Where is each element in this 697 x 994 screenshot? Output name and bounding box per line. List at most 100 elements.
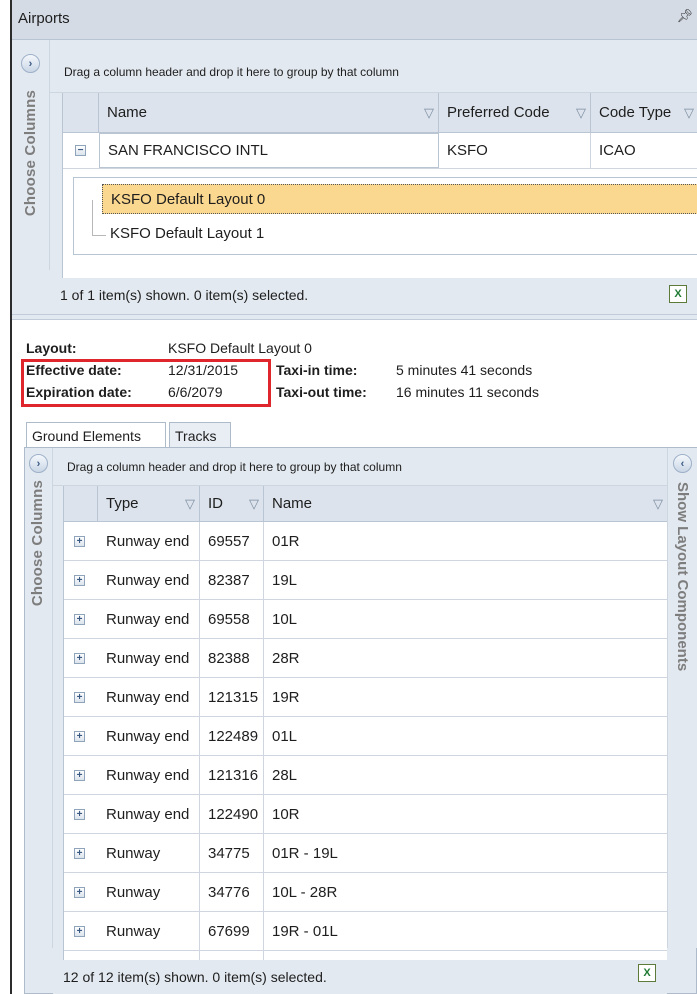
table-row[interactable]: + Runway end 82388 28R	[64, 639, 667, 678]
expand-icon[interactable]: +	[74, 652, 85, 664]
table-row[interactable]: + Runway end 121316 28L	[64, 756, 667, 795]
export-excel-icon[interactable]: X	[669, 285, 687, 303]
column-header-code-type[interactable]: Code Type ▽	[591, 93, 697, 132]
layout-item-selected[interactable]: KSFO Default Layout 0	[102, 184, 697, 214]
layouts-subgrid: KSFO Default Layout 0 KSFO Default Layou…	[73, 177, 697, 255]
column-header-preferred-code[interactable]: Preferred Code ▽	[439, 93, 591, 132]
choose-columns-label[interactable]: Choose Columns	[22, 90, 39, 216]
choose-columns-strip: › Choose Columns	[25, 448, 53, 948]
expand-icon[interactable]: +	[74, 769, 85, 781]
expand-icon[interactable]: +	[74, 691, 85, 703]
taxi-in-value: 5 minutes 41 seconds	[396, 362, 533, 378]
id-cell[interactable]: 69557	[200, 522, 264, 560]
show-layout-components-label[interactable]: Show Layout Components	[674, 482, 691, 671]
type-cell[interactable]: Runway end	[98, 756, 200, 794]
table-row[interactable]: + Runway end 122490 10R	[64, 795, 667, 834]
name-cell[interactable]: 10L - 28R	[264, 873, 667, 911]
airport-name-cell[interactable]: SAN FRANCISCO INTL	[99, 133, 439, 168]
column-header-name[interactable]: Name ▽	[264, 486, 667, 521]
column-header-name[interactable]: Name ▽	[99, 93, 439, 132]
table-row[interactable]: + Runway end 69558 10L	[64, 600, 667, 639]
id-cell[interactable]: 121315	[200, 678, 264, 716]
expand-choose-columns-icon[interactable]: ›	[29, 454, 48, 473]
collapse-icon[interactable]: −	[75, 145, 86, 156]
table-row[interactable]: + Runway end 121315 19R	[64, 678, 667, 717]
name-cell[interactable]: 19L	[264, 561, 667, 599]
column-header-label: ID	[208, 495, 223, 512]
id-cell[interactable]: 82388	[200, 639, 264, 677]
column-header-label: Code Type	[599, 104, 672, 121]
type-cell[interactable]: Runway end	[98, 561, 200, 599]
id-cell[interactable]: 122489	[200, 717, 264, 755]
id-cell[interactable]: 69558	[200, 600, 264, 638]
name-cell[interactable]: 28R	[264, 639, 667, 677]
pin-icon[interactable]: 📌︎	[676, 8, 693, 24]
type-cell[interactable]: Runway end	[98, 600, 200, 638]
filter-funnel-icon[interactable]: ▽	[576, 105, 586, 121]
tab-tracks[interactable]: Tracks	[169, 422, 231, 448]
type-cell[interactable]: Runway end	[98, 522, 200, 560]
filter-funnel-icon[interactable]: ▽	[249, 496, 259, 512]
column-header-label: Type	[106, 495, 139, 512]
expand-cell: +	[64, 795, 98, 833]
panel-splitter[interactable]	[12, 314, 697, 320]
type-cell[interactable]: Runway	[98, 912, 200, 950]
name-cell[interactable]: 10R	[264, 795, 667, 833]
table-row[interactable]: + Runway end 122489 01L	[64, 717, 667, 756]
name-cell[interactable]: 01R	[264, 522, 667, 560]
table-row[interactable]: − SAN FRANCISCO INTL KSFO ICAO	[63, 133, 697, 169]
expand-icon[interactable]: +	[74, 730, 85, 742]
type-cell[interactable]: Runway end	[98, 795, 200, 833]
expand-icon[interactable]: +	[74, 847, 85, 859]
choose-columns-strip: › Choose Columns	[12, 40, 50, 270]
id-cell[interactable]: 67699	[200, 912, 264, 950]
airport-code-type-cell[interactable]: ICAO	[591, 133, 697, 168]
id-cell[interactable]: 82387	[200, 561, 264, 599]
expand-cell: +	[64, 912, 98, 950]
header-indent	[64, 486, 98, 521]
type-cell[interactable]: Runway end	[98, 717, 200, 755]
expand-icon[interactable]: +	[74, 808, 85, 820]
table-row[interactable]: + Runway end 82387 19L	[64, 561, 667, 600]
filter-funnel-icon[interactable]: ▽	[653, 496, 663, 512]
column-header-label: Preferred Code	[447, 104, 550, 121]
expand-cell: +	[64, 834, 98, 872]
name-cell[interactable]: 19R	[264, 678, 667, 716]
filter-funnel-icon[interactable]: ▽	[185, 496, 195, 512]
table-row[interactable]: + Runway end 69557 01R	[64, 522, 667, 561]
choose-columns-label[interactable]: Choose Columns	[29, 480, 46, 606]
table-row[interactable]: + Runway 34775 01R - 19L	[64, 834, 667, 873]
column-header-id[interactable]: ID ▽	[200, 486, 264, 521]
filter-funnel-icon[interactable]: ▽	[684, 105, 694, 121]
airports-status-text: 1 of 1 item(s) shown. 0 item(s) selected…	[60, 287, 309, 303]
table-row[interactable]: + Runway 34776 10L - 28R	[64, 873, 667, 912]
id-cell[interactable]: 121316	[200, 756, 264, 794]
column-header-type[interactable]: Type ▽	[98, 486, 200, 521]
expand-icon[interactable]: +	[74, 535, 85, 547]
name-cell[interactable]: 19R - 01L	[264, 912, 667, 950]
export-excel-icon[interactable]: X	[638, 964, 656, 982]
filter-funnel-icon[interactable]: ▽	[424, 105, 434, 121]
expand-layout-components-icon[interactable]: ‹	[673, 454, 692, 473]
tab-ground-elements[interactable]: Ground Elements	[26, 422, 166, 448]
expand-icon[interactable]: +	[74, 613, 85, 625]
expand-icon[interactable]: +	[74, 574, 85, 586]
name-cell[interactable]: 01R - 19L	[264, 834, 667, 872]
type-cell[interactable]: Runway end	[98, 678, 200, 716]
type-cell[interactable]: Runway	[98, 873, 200, 911]
name-cell[interactable]: 10L	[264, 600, 667, 638]
type-cell[interactable]: Runway end	[98, 639, 200, 677]
type-cell[interactable]: Runway	[98, 834, 200, 872]
name-cell[interactable]: 28L	[264, 756, 667, 794]
expand-icon[interactable]: +	[74, 925, 85, 937]
airport-code-cell[interactable]: KSFO	[439, 133, 591, 168]
layout-item[interactable]: KSFO Default Layout 1	[102, 218, 697, 248]
id-cell[interactable]: 34776	[200, 873, 264, 911]
name-cell[interactable]: 01L	[264, 717, 667, 755]
expand-icon[interactable]: +	[74, 886, 85, 898]
collapse-cell: −	[63, 133, 99, 168]
id-cell[interactable]: 122490	[200, 795, 264, 833]
id-cell[interactable]: 34775	[200, 834, 264, 872]
expand-choose-columns-icon[interactable]: ›	[21, 54, 40, 73]
table-row[interactable]: + Runway 67699 19R - 01L	[64, 912, 667, 951]
